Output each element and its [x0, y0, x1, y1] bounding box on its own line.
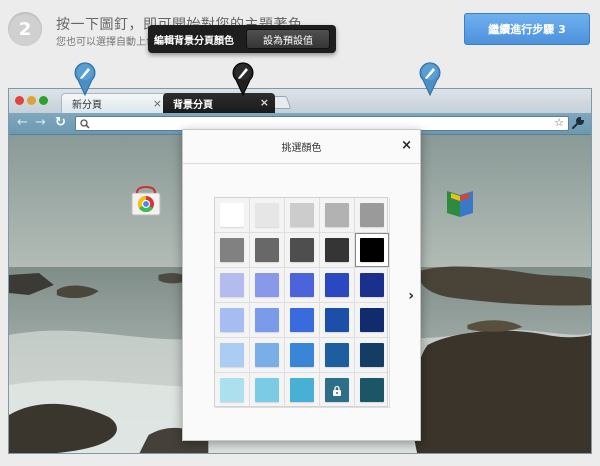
tab-background[interactable]: 背景分頁 × — [163, 93, 275, 113]
color-swatch — [220, 238, 244, 262]
color-swatch-cell[interactable] — [215, 198, 250, 233]
color-swatch — [220, 378, 244, 402]
color-swatch-cell[interactable] — [250, 198, 285, 233]
color-swatch — [325, 308, 349, 332]
browser-window: 新分頁 × 背景分頁 × ← → ↻ ☆ 挑選顏色 × › — [8, 88, 592, 454]
paintbrush-icon[interactable] — [73, 60, 97, 97]
popup-label: 編輯背景分頁顏色 — [154, 35, 234, 47]
color-swatch-cell[interactable] — [320, 338, 355, 373]
color-swatch-cell[interactable] — [215, 303, 250, 338]
color-swatch-cell[interactable] — [215, 268, 250, 303]
star-icon[interactable]: ☆ — [554, 116, 564, 129]
close-icon[interactable]: × — [153, 98, 162, 109]
color-swatch — [290, 238, 314, 262]
wrench-icon[interactable] — [571, 116, 585, 130]
color-swatch — [255, 308, 279, 332]
book-icon[interactable] — [443, 185, 477, 219]
color-swatch — [255, 343, 279, 367]
color-swatch-cell[interactable] — [285, 268, 320, 303]
color-swatch-cell[interactable] — [215, 338, 250, 373]
paintbrush-icon[interactable] — [418, 60, 442, 97]
color-swatch-cell[interactable] — [285, 338, 320, 373]
color-swatch-cell[interactable] — [355, 198, 390, 233]
lock-icon — [333, 385, 341, 396]
back-arrow-icon[interactable]: ← — [17, 115, 28, 131]
color-swatch — [325, 343, 349, 367]
close-window-icon[interactable] — [15, 96, 24, 105]
color-swatch-cell[interactable] — [285, 233, 320, 268]
search-icon — [80, 119, 90, 129]
color-swatch-grid — [214, 197, 390, 408]
color-swatch-cell[interactable] — [320, 233, 355, 268]
color-picker-dialog: 挑選顏色 × › — [182, 129, 421, 441]
color-swatch-cell[interactable] — [250, 338, 285, 373]
color-swatch-cell[interactable] — [285, 373, 320, 408]
color-swatch-cell[interactable] — [320, 373, 355, 408]
color-swatch-cell[interactable] — [250, 233, 285, 268]
color-swatch — [290, 273, 314, 297]
reload-icon[interactable]: ↻ — [55, 115, 66, 131]
color-swatch-cell[interactable] — [285, 198, 320, 233]
color-swatch-cell[interactable] — [250, 268, 285, 303]
color-swatch-cell[interactable] — [215, 233, 250, 268]
color-swatch — [360, 273, 384, 297]
color-swatch — [325, 378, 349, 402]
zoom-window-icon[interactable] — [39, 96, 48, 105]
color-swatch — [255, 273, 279, 297]
color-swatch — [325, 273, 349, 297]
color-swatch — [290, 203, 314, 227]
color-swatch-cell[interactable] — [320, 303, 355, 338]
color-swatch — [220, 203, 244, 227]
color-swatch — [290, 378, 314, 402]
edit-color-popup: 編輯背景分頁顏色 設為預設值 — [148, 25, 336, 53]
color-swatch — [360, 203, 384, 227]
color-swatch — [220, 273, 244, 297]
color-swatch-cell[interactable] — [215, 373, 250, 408]
close-icon[interactable]: × — [260, 97, 269, 108]
color-swatch — [255, 378, 279, 402]
dialog-header: 挑選顏色 × — [183, 130, 420, 164]
tab-label: 背景分頁 — [173, 99, 213, 111]
color-swatch — [360, 308, 384, 332]
color-swatch-cell[interactable] — [355, 233, 390, 268]
step-number-badge: 2 — [8, 12, 42, 46]
step-subtitle: 您也可以選擇自動上色 — [56, 37, 156, 48]
color-swatch — [360, 343, 384, 367]
color-swatch-cell[interactable] — [355, 373, 390, 408]
color-swatch — [325, 203, 349, 227]
color-swatch-cell[interactable] — [320, 198, 355, 233]
chevron-right-icon[interactable]: › — [408, 288, 414, 304]
chrome-web-store-icon[interactable] — [129, 185, 163, 219]
dialog-title: 挑選顏色 — [281, 143, 322, 154]
minimize-window-icon[interactable] — [27, 96, 36, 105]
color-swatch-cell[interactable] — [355, 338, 390, 373]
set-default-button[interactable]: 設為預設值 — [246, 29, 330, 49]
color-swatch — [220, 308, 244, 332]
color-swatch — [290, 308, 314, 332]
color-swatch — [360, 238, 384, 262]
forward-arrow-icon[interactable]: → — [35, 115, 46, 131]
color-swatch — [255, 203, 279, 227]
continue-step-3-button[interactable]: 繼續進行步驟 3 — [464, 13, 590, 45]
color-swatch-cell[interactable] — [355, 268, 390, 303]
color-swatch — [360, 378, 384, 402]
tab-label: 新分頁 — [72, 100, 102, 111]
color-swatch-cell[interactable] — [250, 373, 285, 408]
color-swatch — [220, 343, 244, 367]
color-swatch-cell[interactable] — [285, 303, 320, 338]
paintbrush-icon[interactable] — [231, 60, 255, 97]
color-swatch — [290, 343, 314, 367]
color-swatch-cell[interactable] — [355, 303, 390, 338]
color-swatch-cell[interactable] — [250, 303, 285, 338]
color-swatch — [325, 238, 349, 262]
close-icon[interactable]: × — [401, 138, 412, 154]
color-swatch-cell[interactable] — [320, 268, 355, 303]
color-swatch — [255, 238, 279, 262]
